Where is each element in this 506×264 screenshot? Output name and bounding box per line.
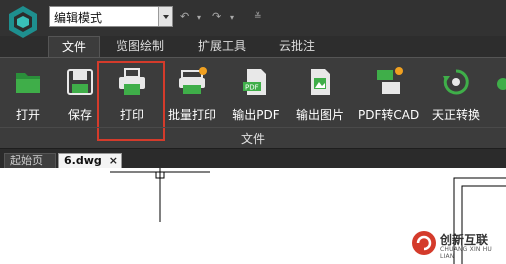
save-label: 保存 <box>67 108 92 122</box>
ribbon-panel: 打开 保存 打印 批量打印 PDF 输出PDF 输出图片 PDF转CAD 天正转… <box>0 57 506 148</box>
pdf-to-cad-label: PDF转CAD <box>358 108 420 122</box>
group-divider <box>0 127 506 128</box>
pdf-to-cad-button[interactable]: PDF转CAD <box>358 66 420 126</box>
redo-dropdown-icon[interactable]: ▾ <box>230 13 234 22</box>
export-pdf-label: 输出PDF <box>232 108 280 122</box>
undo-dropdown-icon[interactable]: ▾ <box>197 13 201 22</box>
export-pdf-icon: PDF <box>243 69 266 95</box>
print-highlight-box <box>97 61 165 141</box>
app-logo-icon <box>9 6 37 38</box>
open-button[interactable]: 打开 <box>8 66 48 126</box>
document-tabs: 起始页 6.dwg × <box>0 148 506 169</box>
tab-extensions[interactable]: 扩展工具 <box>198 36 246 58</box>
batch-print-label: 批量打印 <box>167 108 216 122</box>
more-button-icon[interactable] <box>497 78 506 90</box>
watermark-logo-icon <box>412 231 436 255</box>
export-image-icon <box>311 69 330 95</box>
tab-document-active[interactable]: 6.dwg × <box>58 153 122 169</box>
tab-cloud-annotation[interactable]: 云批注 <box>279 36 315 58</box>
batch-print-button[interactable]: 批量打印 <box>164 66 220 126</box>
vip-badge-icon <box>199 67 207 75</box>
mode-select-value: 编辑模式 <box>54 11 103 25</box>
document-tab-label: 6.dwg <box>64 154 102 167</box>
export-pdf-button[interactable]: PDF 输出PDF <box>230 66 282 126</box>
undo-icon[interactable]: ↶ <box>180 10 189 23</box>
close-icon[interactable]: × <box>109 154 118 168</box>
redo-icon[interactable]: ↷ <box>212 10 221 23</box>
save-button[interactable]: 保存 <box>60 66 100 126</box>
watermark: 创新互联 CHUANG XIN HU LIAN <box>408 226 504 260</box>
mode-select[interactable]: 编辑模式 <box>49 6 173 27</box>
tab-start-page[interactable]: 起始页 <box>4 153 56 169</box>
ribbon-group-label: 文件 <box>240 132 265 146</box>
ribbon-tabs: 文件 览图绘制 扩展工具 云批注 <box>0 36 506 58</box>
tab-drawing[interactable]: 览图绘制 <box>116 36 164 58</box>
open-label: 打开 <box>15 108 40 122</box>
tab-file[interactable]: 文件 <box>48 36 100 58</box>
save-icon <box>67 69 93 95</box>
pdf-to-cad-icon <box>377 67 403 94</box>
vip-badge-icon <box>395 67 403 75</box>
batch-print-icon <box>179 67 207 94</box>
mode-select-dropdown-button[interactable] <box>158 7 172 26</box>
watermark-subtext: CHUANG XIN HU LIAN <box>440 246 493 260</box>
tangent-convert-label: 天正转换 <box>431 108 480 122</box>
export-image-button[interactable]: 输出图片 <box>292 66 348 126</box>
export-image-label: 输出图片 <box>295 108 344 122</box>
tangent-convert-button[interactable]: 天正转换 <box>426 66 486 126</box>
title-bar: 编辑模式 ↶ ▾ ↷ ▾ ≚ <box>0 0 506 38</box>
tangent-convert-icon <box>443 69 469 95</box>
chevron-down-icon <box>163 15 169 19</box>
svg-text:PDF: PDF <box>245 84 259 92</box>
customize-icon[interactable]: ≚ <box>254 12 262 22</box>
folder-open-icon <box>16 73 40 93</box>
